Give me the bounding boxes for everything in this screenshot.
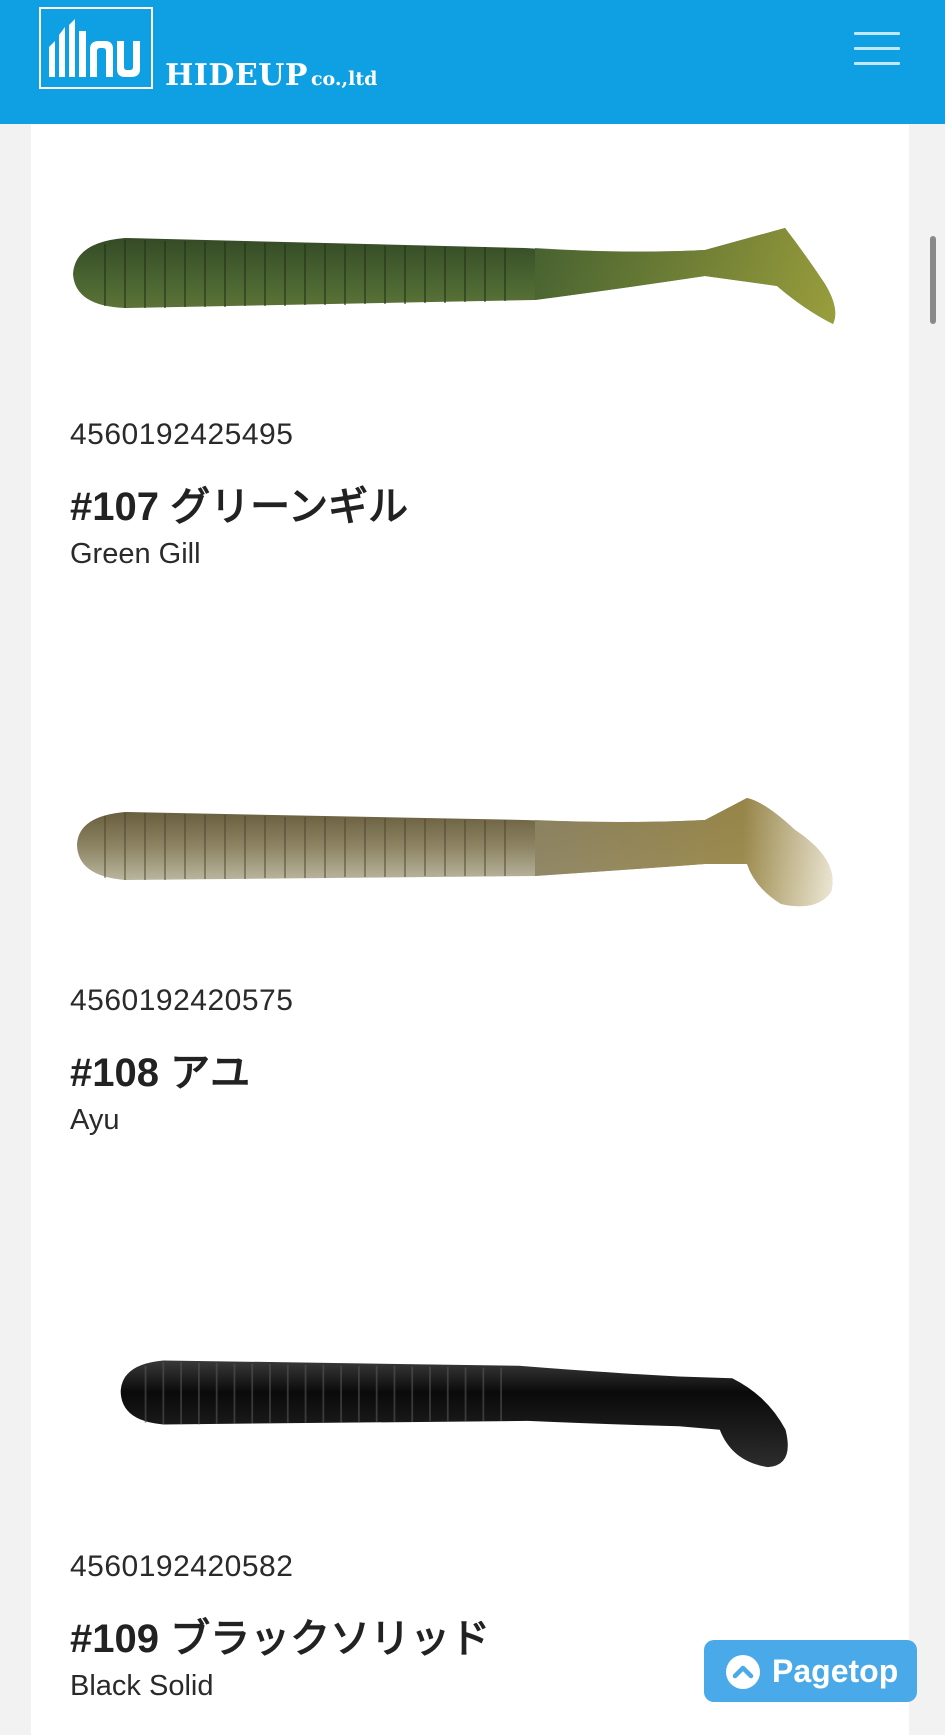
lure-image-black-solid — [120, 1360, 788, 1468]
pagetop-button[interactable]: Pagetop — [704, 1640, 917, 1702]
jan-code: 4560192425495 — [70, 418, 294, 451]
logo-mark[interactable] — [39, 7, 153, 89]
menu-bar — [854, 32, 900, 35]
product-name-en: Black Solid — [70, 1670, 214, 1702]
menu-bar — [854, 47, 900, 50]
pagetop-label: Pagetop — [772, 1653, 899, 1689]
page-scrollbar[interactable] — [930, 236, 936, 324]
brand-name: HIDEUP — [165, 58, 308, 93]
brand-wordmark: HIDEUP co.,ltd — [165, 58, 377, 93]
product-title: #107 グリーンギル — [70, 485, 409, 529]
product-list: 4560192425495 #107 グリーンギル Green Gill 456… — [31, 124, 909, 1735]
brand-suffix: co.,ltd — [310, 68, 378, 90]
site-header: HIDEUP co.,ltd — [0, 0, 945, 124]
product-item: 4560192425495 #107 グリーンギル Green Gill — [31, 124, 909, 604]
product-title: #109 ブラックソリッド — [70, 1617, 491, 1661]
product-item: 4560192420575 #108 アユ Ayu — [31, 604, 909, 1170]
lure-image-green-gill — [73, 228, 836, 324]
jan-code: 4560192420582 — [70, 1550, 294, 1583]
product-name-en: Ayu — [70, 1104, 120, 1136]
jan-code: 4560192420575 — [70, 984, 294, 1017]
logo-hu-icon — [49, 19, 140, 77]
product-name-en: Green Gill — [70, 538, 201, 570]
menu-bar — [854, 62, 900, 65]
lure-image-ayu — [77, 798, 833, 907]
chevron-up-icon — [726, 1655, 760, 1689]
hamburger-menu-icon[interactable] — [852, 28, 902, 70]
product-title: #108 アユ — [70, 1051, 251, 1095]
